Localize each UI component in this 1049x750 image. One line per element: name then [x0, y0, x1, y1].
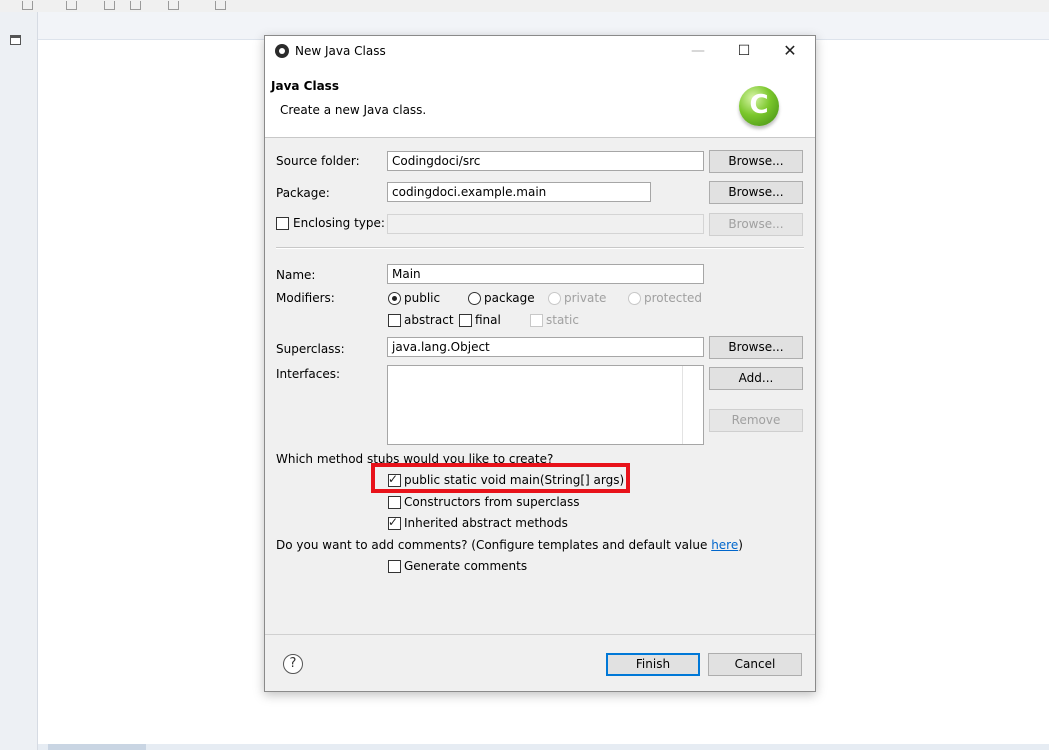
main-method-highlight: [371, 463, 630, 493]
close-button[interactable]: ✕: [767, 36, 813, 66]
modifier-protected-label: protected: [644, 291, 703, 305]
package-label: Package:: [276, 186, 330, 200]
toolbar-icon[interactable]: [22, 1, 33, 10]
modifier-public-radio[interactable]: [388, 292, 401, 305]
name-label: Name:: [276, 268, 316, 282]
comments-question: Do you want to add comments? (Configure …: [276, 538, 743, 552]
modifier-protected-radio: [628, 292, 641, 305]
modifiers-label: Modifiers:: [276, 291, 335, 305]
finish-button[interactable]: Finish: [606, 653, 700, 676]
modifier-abstract-checkbox[interactable]: [388, 314, 401, 327]
enclosing-type-checkbox[interactable]: [276, 217, 289, 230]
remove-interface-button: Remove: [709, 409, 803, 432]
interfaces-label: Interfaces:: [276, 367, 341, 381]
superclass-label: Superclass:: [276, 342, 345, 356]
bottom-panel-strip: [38, 744, 1049, 750]
add-interface-button[interactable]: Add...: [709, 367, 803, 390]
enclosing-type-browse-button: Browse...: [709, 213, 803, 236]
inherited-methods-label: Inherited abstract methods: [404, 516, 568, 530]
toolbar-icon[interactable]: [104, 1, 115, 10]
footer-separator: [265, 634, 815, 635]
ide-toolbar: [0, 0, 1049, 12]
source-folder-label: Source folder:: [276, 154, 360, 168]
source-folder-browse-button[interactable]: Browse...: [709, 150, 803, 173]
modifier-abstract-label: abstract: [404, 313, 454, 327]
modifier-package-radio[interactable]: [468, 292, 481, 305]
modifier-static-checkbox: [530, 314, 543, 327]
toolbar-icon[interactable]: [66, 1, 77, 10]
inherited-methods-checkbox[interactable]: ✓: [388, 515, 401, 530]
enclosing-type-label: Enclosing type:: [293, 216, 385, 230]
dialog-title: New Java Class: [295, 44, 386, 58]
configure-templates-link[interactable]: here: [711, 538, 738, 552]
package-input[interactable]: codingdoci.example.main: [387, 182, 651, 202]
toolbar-icon[interactable]: [215, 1, 226, 10]
enclosing-type-input: [387, 214, 704, 234]
name-input[interactable]: Main: [387, 264, 704, 284]
package-browse-button[interactable]: Browse...: [709, 181, 803, 204]
interfaces-list[interactable]: [387, 365, 704, 445]
header-title: Java Class: [271, 79, 339, 93]
maximize-button[interactable]: ☐: [721, 36, 767, 66]
restore-icon[interactable]: [10, 35, 21, 45]
interfaces-list-scrollbar[interactable]: [682, 366, 703, 444]
header-description: Create a new Java class.: [280, 103, 427, 117]
modifier-final-label: final: [475, 313, 501, 327]
modifier-static-label: static: [546, 313, 579, 327]
modifier-private-label: private: [564, 291, 607, 305]
section-separator: [276, 247, 804, 249]
new-java-class-dialog: New Java Class — ☐ ✕ Java Class Create a…: [264, 35, 816, 692]
java-class-logo-icon: C: [739, 86, 779, 126]
constructors-label: Constructors from superclass: [404, 495, 580, 509]
modifier-final-checkbox[interactable]: [459, 314, 472, 327]
source-folder-input[interactable]: Codingdoci/src: [387, 151, 704, 171]
superclass-browse-button[interactable]: Browse...: [709, 336, 803, 359]
toolbar-icon[interactable]: [130, 1, 141, 10]
dialog-titlebar[interactable]: New Java Class — ☐ ✕: [265, 36, 815, 66]
ide-sidebar: [0, 12, 38, 750]
bottom-panel-tab[interactable]: [48, 744, 146, 750]
help-icon[interactable]: ?: [283, 654, 303, 674]
dialog-header: Java Class Create a new Java class.: [265, 66, 815, 138]
eclipse-icon: [275, 44, 289, 58]
superclass-input[interactable]: java.lang.Object: [387, 337, 704, 357]
generate-comments-checkbox[interactable]: [388, 560, 401, 573]
generate-comments-label: Generate comments: [404, 559, 528, 573]
constructors-checkbox[interactable]: [388, 496, 401, 509]
modifier-package-label: package: [484, 291, 535, 305]
minimize-button[interactable]: —: [675, 36, 721, 66]
modifier-private-radio: [548, 292, 561, 305]
modifier-public-label: public: [404, 291, 441, 305]
cancel-button[interactable]: Cancel: [708, 653, 802, 676]
toolbar-icon[interactable]: [168, 1, 179, 10]
